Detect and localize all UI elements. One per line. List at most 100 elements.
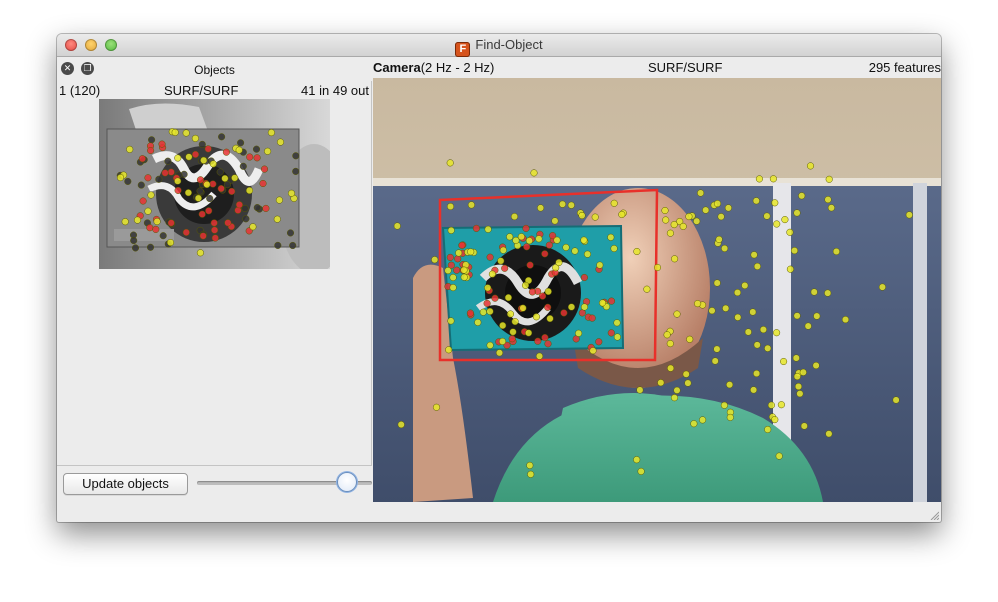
feature-point — [591, 213, 599, 221]
feature-point — [578, 211, 586, 220]
feature-point — [241, 204, 249, 212]
update-objects-button[interactable]: Update objects — [63, 473, 188, 495]
feature-point — [446, 202, 455, 211]
feature-point — [185, 153, 193, 161]
feature-point — [203, 180, 211, 189]
feature-point — [690, 420, 698, 428]
feature-point — [200, 156, 208, 164]
object-image[interactable] — [99, 99, 330, 269]
feature-point — [580, 273, 588, 282]
feature-point — [211, 226, 219, 234]
feature-point — [546, 315, 554, 323]
feature-point — [455, 249, 463, 257]
feature-point — [571, 247, 579, 255]
feature-point — [126, 145, 134, 153]
feature-point — [537, 204, 545, 212]
feature-point — [793, 312, 801, 320]
feature-point — [777, 401, 785, 409]
objects-list[interactable]: 1 (120) SURF/SURF 41 in 49 out — [57, 81, 372, 466]
feature-point — [804, 322, 812, 330]
feature-point — [449, 273, 457, 282]
feature-point — [235, 201, 243, 209]
feature-point — [131, 244, 140, 252]
feature-point — [253, 204, 261, 212]
feature-point — [544, 287, 552, 296]
feature-point — [713, 200, 722, 208]
feature-point — [499, 246, 507, 254]
feature-point — [720, 401, 728, 409]
feature-point — [467, 248, 475, 256]
feature-point — [755, 175, 763, 183]
feature-point — [133, 216, 142, 224]
feature-point — [670, 221, 678, 229]
feature-point — [153, 217, 161, 226]
feature-point — [534, 337, 542, 345]
feature-point — [483, 299, 491, 307]
feature-point — [164, 157, 172, 165]
feature-point — [446, 159, 454, 167]
dock-title: Objects — [194, 63, 235, 77]
feature-point — [663, 331, 671, 339]
feature-point — [218, 133, 226, 141]
feature-point — [759, 326, 767, 334]
feature-point — [567, 303, 576, 311]
dock-header: ✕ ❐ Objects — [57, 57, 372, 80]
feature-point — [744, 328, 752, 336]
resize-grip-icon[interactable] — [929, 510, 939, 520]
feature-point — [633, 456, 641, 464]
feature-point — [431, 256, 439, 264]
feature-point — [618, 210, 626, 219]
feature-point — [245, 186, 254, 195]
object-match-info: 41 in 49 out — [301, 83, 369, 98]
feature-point — [512, 236, 520, 244]
feature-point — [198, 140, 206, 148]
feature-point — [699, 416, 707, 424]
feature-point — [519, 304, 527, 312]
feature-point — [684, 379, 692, 387]
feature-point — [276, 138, 285, 146]
feature-point — [541, 334, 549, 342]
camera-header: Camera(2 Hz - 2 Hz) SURF/SURF 295 featur… — [373, 58, 941, 78]
camera-view[interactable] — [373, 78, 941, 502]
object-detector: SURF/SURF — [164, 83, 239, 98]
feature-point — [259, 179, 267, 188]
feature-point — [790, 247, 799, 255]
feature-point — [267, 129, 275, 137]
feature-point — [636, 386, 644, 394]
feature-point — [753, 341, 761, 349]
feature-point — [544, 340, 552, 348]
feature-point — [793, 372, 801, 381]
feature-point — [182, 129, 190, 137]
feature-point — [158, 140, 166, 148]
feature-point — [287, 189, 296, 197]
feature-point — [246, 153, 254, 161]
feature-point — [211, 234, 219, 242]
feature-point — [539, 292, 547, 300]
feature-point — [583, 250, 592, 258]
window-title: Find-Object — [475, 37, 543, 52]
feature-point — [509, 328, 517, 336]
object-info-row: 1 (120) SURF/SURF 41 in 49 out — [59, 83, 369, 99]
feature-point — [167, 168, 175, 176]
feature-point — [474, 318, 482, 326]
feature-point — [488, 270, 496, 278]
feature-point — [454, 255, 462, 263]
feature-point — [460, 266, 468, 274]
feature-point — [174, 177, 182, 185]
feature-point — [750, 386, 758, 394]
feature-point — [458, 241, 466, 249]
title-bar[interactable]: F Find-Object — [57, 34, 941, 57]
feature-point — [491, 294, 499, 302]
feature-point — [532, 313, 540, 321]
slider-knob[interactable] — [337, 472, 357, 492]
feature-point — [242, 215, 250, 223]
feature-point — [499, 321, 507, 330]
feature-point — [749, 308, 757, 316]
feature-point — [682, 370, 690, 378]
feature-point — [551, 217, 559, 225]
feature-point — [786, 228, 794, 236]
feature-point — [260, 165, 269, 173]
feature-point — [174, 186, 182, 194]
feature-point — [393, 222, 401, 230]
feature-point — [239, 162, 247, 170]
